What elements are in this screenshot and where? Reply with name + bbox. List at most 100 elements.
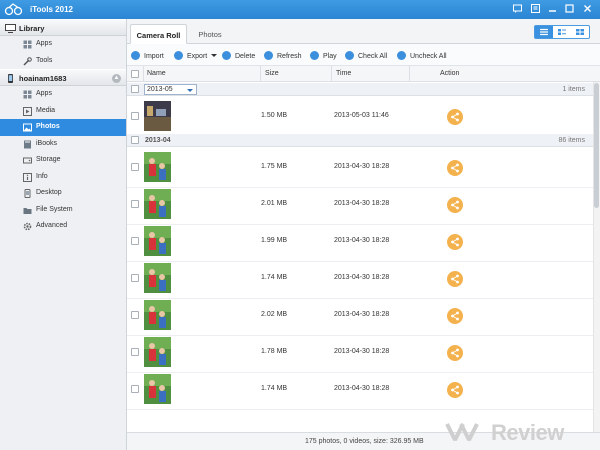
apps-icon — [23, 90, 32, 99]
photo-thumbnail[interactable] — [144, 337, 171, 367]
photo-thumbnail[interactable] — [144, 300, 171, 330]
row-checkbox[interactable] — [131, 237, 139, 245]
row-checkbox[interactable] — [131, 311, 139, 319]
sidebar-item-apps[interactable]: Apps — [0, 86, 126, 103]
column-divider — [409, 66, 410, 82]
photo-thumbnail[interactable] — [144, 189, 171, 219]
table-row[interactable]: 1.74 MB 2013-04-30 18:28 — [127, 370, 593, 410]
column-size[interactable]: Size — [265, 70, 279, 77]
title-bar: iTools 2012 — [0, 0, 600, 19]
group-header: 2013-05 1 items — [127, 83, 593, 96]
share-icon[interactable] — [447, 308, 463, 324]
photo-size: 1.74 MB — [261, 274, 288, 281]
share-icon[interactable] — [447, 160, 463, 176]
gear-icon — [23, 222, 32, 231]
table-row[interactable]: 1.78 MB 2013-04-30 18:28 — [127, 333, 593, 373]
ibooks-icon — [24, 140, 31, 148]
sidebar-item-label: Storage — [36, 156, 61, 163]
sidebar-item-label: Photos — [36, 123, 60, 130]
delete-button[interactable]: Delete — [222, 51, 255, 60]
sidebar-item-label: Apps — [36, 40, 52, 47]
uncheck-all-button[interactable]: Uncheck All — [397, 51, 447, 60]
play-label: Play — [323, 53, 337, 60]
maximize-icon[interactable] — [564, 3, 575, 14]
photo-size: 1.99 MB — [261, 237, 288, 244]
table-row[interactable]: 1.75 MB 2013-04-30 18:28 — [127, 148, 593, 188]
table-row[interactable]: 1.50 MB 2013-05-03 11:46 — [127, 97, 593, 137]
table-row[interactable]: 1.99 MB 2013-04-30 18:28 — [127, 222, 593, 262]
photo-thumbnail[interactable] — [144, 374, 171, 404]
sidebar-item-label: iBooks — [36, 139, 58, 147]
detail-view-icon[interactable] — [553, 26, 571, 38]
sidebar-item-library-tools[interactable]: Tools — [0, 53, 126, 70]
close-icon[interactable] — [582, 3, 593, 14]
app-title: iTools 2012 — [30, 5, 73, 14]
table-row[interactable]: 2.01 MB 2013-04-30 18:28 — [127, 185, 593, 225]
chevron-down-icon — [187, 89, 193, 92]
check-all-button[interactable]: Check All — [345, 51, 387, 60]
sidebar-item-library-apps[interactable]: Apps — [0, 36, 126, 53]
row-checkbox[interactable] — [131, 274, 139, 282]
sidebar-header-device[interactable]: hoainam1683 ▲ — [0, 69, 126, 86]
sidebar-item-desktop[interactable]: Desktop — [0, 185, 126, 202]
share-icon[interactable] — [447, 234, 463, 250]
group-checkbox[interactable] — [131, 85, 139, 93]
share-icon[interactable] — [447, 109, 463, 125]
desktop-icon — [24, 189, 31, 198]
sidebar-header-label: Library — [19, 24, 45, 33]
select-all-checkbox[interactable] — [131, 70, 139, 78]
photo-thumbnail[interactable] — [144, 152, 171, 182]
photo-time: 2013-04-30 18:28 — [334, 237, 390, 244]
sidebar-item-storage[interactable]: Storage — [0, 152, 126, 169]
photo-thumbnail[interactable] — [144, 263, 171, 293]
sidebar-item-label: Desktop — [36, 189, 62, 196]
sidebar-item-info[interactable]: Info — [0, 169, 126, 186]
sidebar-item-advanced[interactable]: Advanced — [0, 218, 126, 235]
sidebar-header-library[interactable]: Library — [0, 19, 126, 36]
minimize-icon[interactable] — [547, 3, 558, 14]
sidebar: Library Apps Tools hoainam1683 ▲ Apps Me… — [0, 19, 127, 450]
scrollbar-thumb[interactable] — [594, 83, 599, 208]
tab-camera-roll[interactable]: Camera Roll — [130, 24, 187, 44]
row-checkbox[interactable] — [131, 163, 139, 171]
month-select[interactable]: 2013-05 — [144, 84, 197, 95]
share-icon[interactable] — [447, 382, 463, 398]
row-checkbox[interactable] — [131, 200, 139, 208]
play-button[interactable]: Play — [310, 51, 337, 60]
photo-thumbnail[interactable] — [144, 226, 171, 256]
import-label: Import — [144, 53, 164, 60]
sidebar-item-photos[interactable]: Photos — [0, 119, 126, 136]
photo-thumbnail[interactable] — [144, 101, 171, 131]
row-checkbox[interactable] — [131, 112, 139, 120]
grid-view-icon[interactable] — [571, 26, 589, 38]
sidebar-item-file-system[interactable]: File System — [0, 202, 126, 219]
share-icon[interactable] — [447, 271, 463, 287]
feedback-icon[interactable] — [512, 3, 523, 14]
tab-photos[interactable]: Photos — [189, 24, 231, 44]
row-checkbox[interactable] — [131, 348, 139, 356]
group-checkbox[interactable] — [131, 136, 139, 144]
column-name[interactable]: Name — [147, 70, 166, 77]
share-icon[interactable] — [447, 197, 463, 213]
photo-size: 2.01 MB — [261, 200, 288, 207]
list-view-icon[interactable] — [535, 26, 553, 38]
sidebar-item-ibooks[interactable]: iBooks — [0, 136, 126, 153]
column-time[interactable]: Time — [336, 70, 351, 77]
folder-icon — [23, 207, 32, 214]
uncheck-icon — [397, 51, 406, 60]
import-button[interactable]: Import — [131, 51, 164, 60]
menu-icon[interactable] — [530, 3, 541, 14]
table-row[interactable]: 1.74 MB 2013-04-30 18:28 — [127, 259, 593, 299]
refresh-label: Refresh — [277, 53, 302, 60]
tools-icon — [23, 56, 32, 66]
share-icon[interactable] — [447, 345, 463, 361]
export-label: Export — [187, 53, 208, 60]
row-checkbox[interactable] — [131, 385, 139, 393]
export-button[interactable]: Export — [174, 51, 218, 60]
sidebar-header-label: hoainam1683 — [19, 74, 67, 83]
photo-size: 1.50 MB — [261, 112, 288, 119]
sidebar-item-media[interactable]: Media — [0, 103, 126, 120]
refresh-button[interactable]: Refresh — [264, 51, 302, 60]
eject-icon[interactable]: ▲ — [112, 74, 121, 83]
table-row[interactable]: 2.02 MB 2013-04-30 18:28 — [127, 296, 593, 336]
